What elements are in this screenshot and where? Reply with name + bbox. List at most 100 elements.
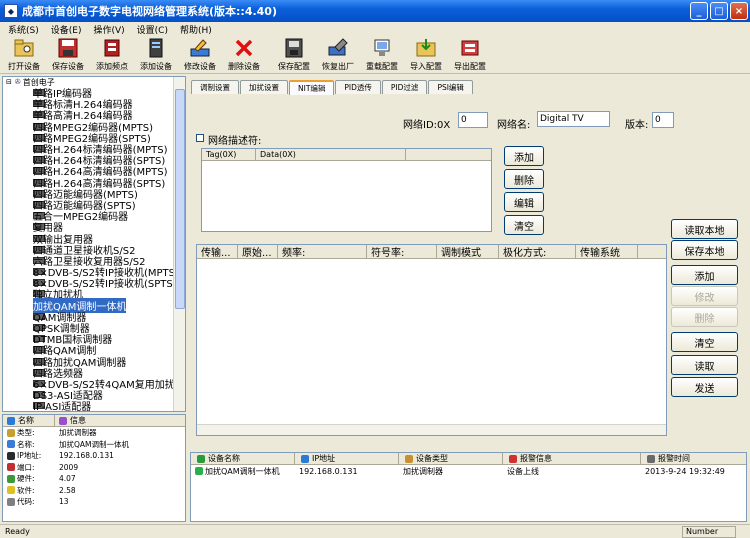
maximize-button[interactable]: □ <box>710 2 728 20</box>
menu-operate[interactable]: 操作(V) <box>93 23 124 36</box>
menu-device[interactable]: 设备(E) <box>51 23 82 36</box>
info-row-icon <box>7 440 15 449</box>
menu-system[interactable]: 系统(S) <box>8 23 39 36</box>
column-data[interactable]: Data(0X) <box>256 149 406 160</box>
column-modulation-mode[interactable]: 调制模式 <box>437 245 499 258</box>
descriptor-clear-button[interactable]: 清空 <box>504 215 544 235</box>
modify-button[interactable]: 修改 <box>671 286 738 306</box>
log-column-ip[interactable]: IP地址 <box>295 453 399 464</box>
log-row[interactable]: 加扰QAM调制一体机 192.168.0.131 加扰调制器 设备上线 2013… <box>191 465 746 477</box>
open-device-button[interactable]: 打开设备 <box>2 36 46 74</box>
save-device-button[interactable]: 保存设备 <box>46 36 90 74</box>
read-local-button[interactable]: 读取本地 <box>671 219 738 239</box>
network-name-field[interactable]: Digital TV <box>537 111 610 127</box>
add-device-button[interactable]: 添加设备 <box>134 36 178 74</box>
column-symbol-rate[interactable]: 符号率: <box>367 245 437 258</box>
send-button[interactable]: 发送 <box>671 377 738 397</box>
info-column-icon <box>59 416 67 425</box>
column-frequency[interactable]: 频率: <box>278 245 367 258</box>
descriptor-delete-button[interactable]: 删除 <box>504 169 544 189</box>
save-local-button[interactable]: 保存本地 <box>671 240 738 260</box>
tree-item[interactable]: 五合一MPEG2编码器 <box>3 210 185 223</box>
column-extra[interactable] <box>638 245 666 258</box>
column-original[interactable]: 原始... <box>238 245 278 258</box>
column-transmission-system[interactable]: 传输系统 <box>576 245 638 258</box>
descriptor-table[interactable]: Tag(0X) Data(0X) <box>201 148 492 232</box>
log-column-alarm-info[interactable]: 报警信息 <box>503 453 641 464</box>
menu-help[interactable]: 帮助(H) <box>180 23 212 36</box>
device-tree[interactable]: ⊟ ✇ 首创电子 单路IP编码器 单路标清H.264编码器 单路高清H.264编码器… <box>2 76 186 412</box>
title-bar: ◆ 成都市首创电子数字电视网络管理系统(版本::4.40) _ □ × <box>0 0 750 22</box>
info-row: 端口: 2009 <box>3 462 185 474</box>
menu-settings[interactable]: 设置(C) <box>137 23 168 36</box>
info-row-icon <box>7 474 15 483</box>
read-button[interactable]: 读取 <box>671 355 738 375</box>
name-column-icon <box>7 416 15 425</box>
save-disk-icon <box>58 38 78 58</box>
column-tag[interactable]: Tag(0X) <box>202 149 256 160</box>
tab-pid-filter[interactable]: PID过滤 <box>381 80 428 94</box>
info-row-icon <box>7 486 15 495</box>
info-row-icon <box>7 497 15 506</box>
log-column-device-type[interactable]: 设备类型 <box>399 453 503 464</box>
info-header-info: 信息 <box>70 416 86 425</box>
save-config-button[interactable]: 保存配置 <box>272 36 316 74</box>
info-row: IP地址: 192.168.0.131 <box>3 450 185 462</box>
tree-item[interactable]: 加扰QAM调制一体机 <box>3 297 185 313</box>
import-config-icon <box>416 39 436 57</box>
tree-root[interactable]: ⊟ ✇ 首创电子 <box>3 77 185 87</box>
reload-config-icon <box>374 39 390 56</box>
alarm-log-table[interactable]: 设备名称 IP地址 设备类型 报警信息 报警时间 加扰QAM调制一体机 192.… <box>190 452 747 522</box>
network-id-label: 网络ID:0X <box>403 120 451 131</box>
status-text: Ready <box>5 527 30 536</box>
add-button[interactable]: 添加 <box>671 265 738 285</box>
close-button[interactable]: × <box>730 2 748 20</box>
info-row: 类型: 加扰调制器 <box>3 427 185 439</box>
tree-item[interactable]: 四路加扰QAM调制器 <box>3 356 185 369</box>
log-column-alarm-time[interactable]: 报警时间 <box>641 453 746 464</box>
tab-pid-passthrough[interactable]: PID透传 <box>335 80 381 94</box>
export-config-icon <box>461 40 479 56</box>
network-id-field[interactable]: 0 <box>458 112 488 128</box>
add-freq-button[interactable]: 添加频点 <box>90 36 134 74</box>
status-number: Number <box>682 525 736 538</box>
info-row: 软件: 2.58 <box>3 485 185 497</box>
edit-device-button[interactable]: 修改设备 <box>178 36 222 74</box>
tree-scrollbar[interactable] <box>173 77 185 411</box>
window-title: 成都市首创电子数字电视网络管理系统(版本::4.40) <box>22 5 277 18</box>
info-row: 名称: 加扰QAM调制一体机 <box>3 439 185 451</box>
network-descriptor-label: 网络描述符: <box>208 136 262 147</box>
network-descriptor-checkbox[interactable] <box>196 134 204 142</box>
tab-nit-edit[interactable]: NIT编辑 <box>289 80 335 95</box>
clear-button[interactable]: 清空 <box>671 332 738 352</box>
restore-factory-button[interactable]: 恢复出厂 <box>316 36 360 74</box>
descriptor-edit-button[interactable]: 编辑 <box>504 192 544 212</box>
version-field[interactable]: 0 <box>652 112 674 128</box>
delete-button[interactable]: 删除 <box>671 307 738 327</box>
info-row-icon <box>7 428 15 437</box>
transport-stream-table[interactable]: 传输... 原始... 频率: 符号率: 调制模式 极化方式: 传输系统 <box>196 244 667 436</box>
column-transport[interactable]: 传输... <box>197 245 238 258</box>
log-column-device-name[interactable]: 设备名称 <box>191 453 295 464</box>
column-polarization[interactable]: 极化方式: <box>499 245 576 258</box>
import-config-button[interactable]: 导入配置 <box>404 36 448 74</box>
info-row: 硬件: 4.07 <box>3 473 185 485</box>
restore-factory-icon <box>328 38 348 56</box>
table-hscrollbar[interactable] <box>197 424 666 435</box>
delete-device-button[interactable]: 删除设备 <box>222 36 266 74</box>
tab-modulation[interactable]: 调制设置 <box>191 80 239 94</box>
descriptor-add-button[interactable]: 添加 <box>504 146 544 166</box>
reload-config-button[interactable]: 重载配置 <box>360 36 404 74</box>
tab-psi-edit[interactable]: PSI编辑 <box>428 80 473 94</box>
minimize-button[interactable]: _ <box>690 2 708 20</box>
version-label: 版本: <box>625 120 649 131</box>
collapse-icon[interactable]: ⊟ <box>6 78 12 86</box>
info-row: 代码: 13 <box>3 496 185 508</box>
export-config-button[interactable]: 导出配置 <box>448 36 492 74</box>
app-icon: ◆ <box>4 4 18 18</box>
tree-item[interactable]: 8×DVB-S/S2转IP接收机(SPTS) <box>3 277 185 290</box>
info-header-name: 名称 <box>18 416 34 425</box>
save-config-icon <box>285 38 303 58</box>
tab-scramble[interactable]: 加扰设置 <box>240 80 288 94</box>
info-row-icon <box>7 463 15 472</box>
